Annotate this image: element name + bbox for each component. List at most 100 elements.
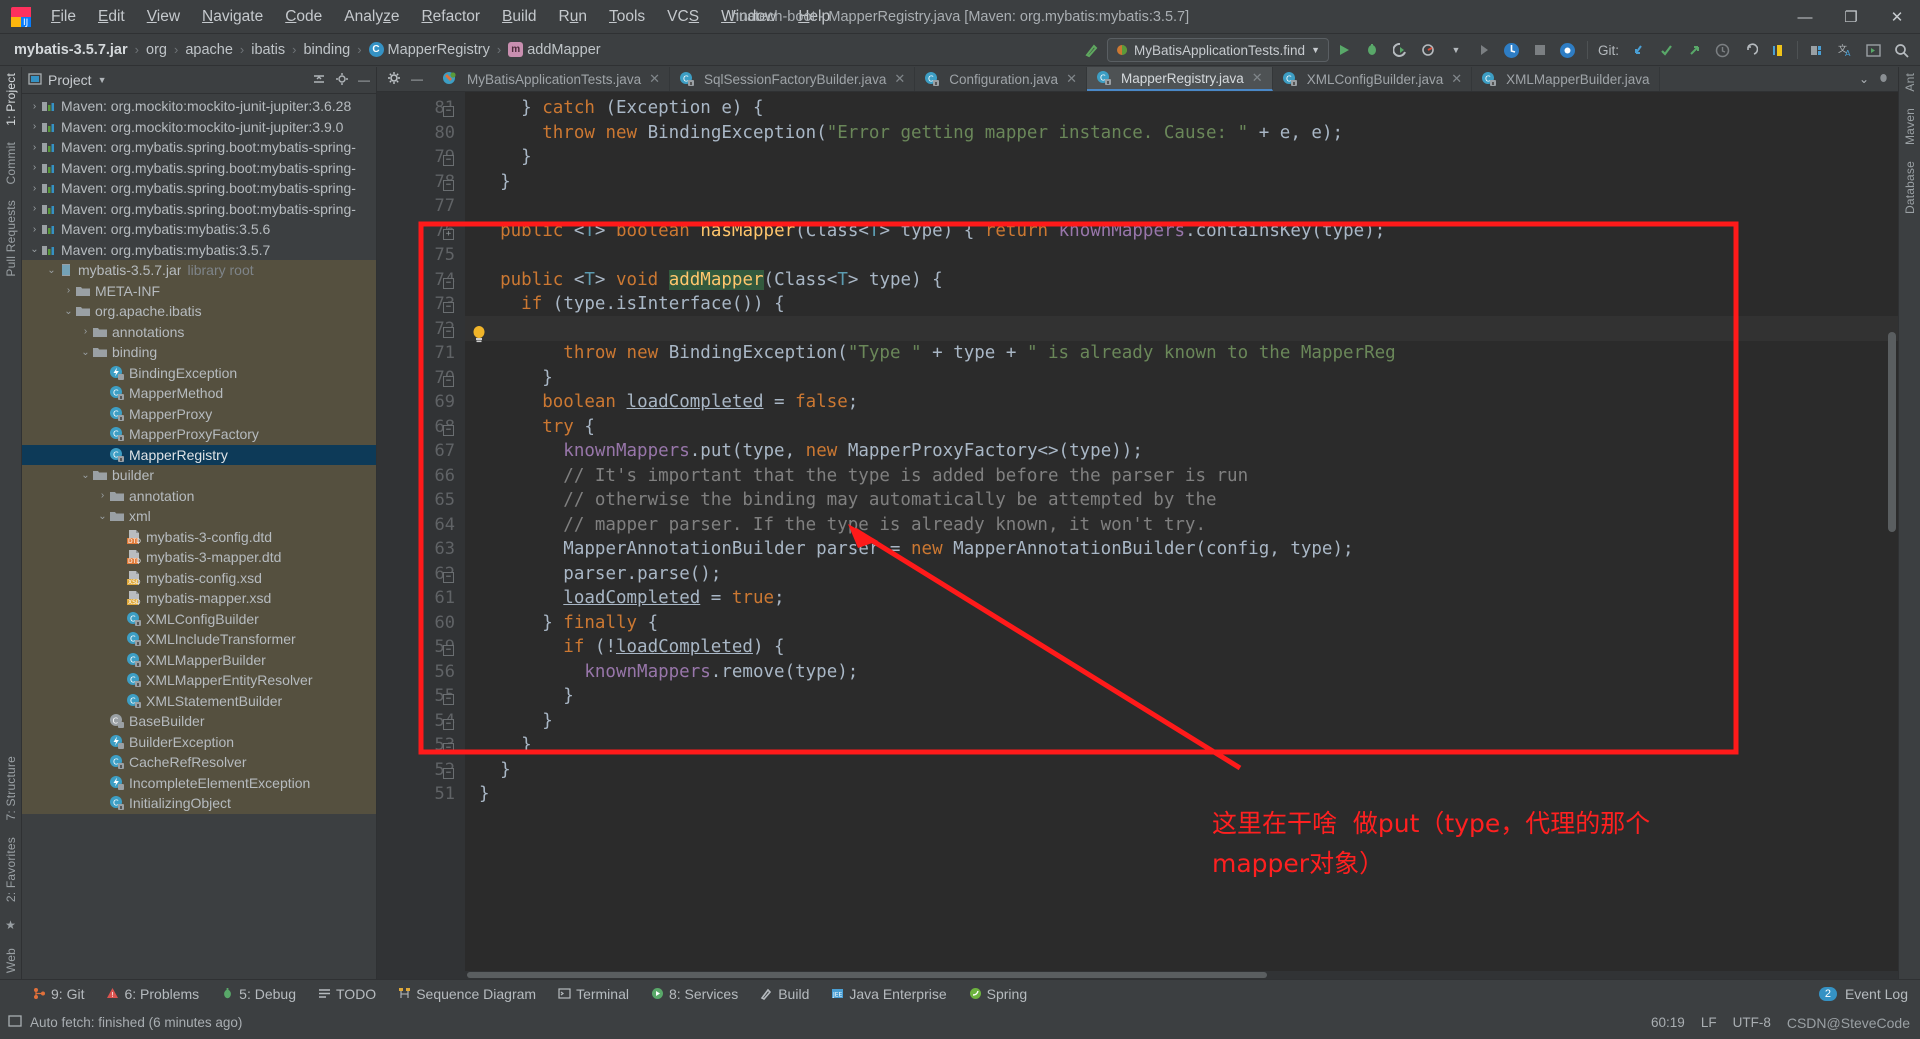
settings-gear-icon[interactable] bbox=[387, 71, 401, 88]
tree-node[interactable]: C XMLMapperBuilder bbox=[22, 649, 376, 670]
tree-node[interactable]: › Maven: org.mybatis:mybatis:3.5.6 bbox=[22, 219, 376, 240]
tool-window-button[interactable]: 8: Services bbox=[640, 983, 749, 1005]
chevron-down-icon[interactable]: ⌄ bbox=[1859, 72, 1869, 86]
favorites-star-icon[interactable]: ★ bbox=[5, 918, 16, 932]
tree-node[interactable]: IncompleteElementException bbox=[22, 772, 376, 793]
caret-position[interactable]: 60:19 bbox=[1651, 1015, 1685, 1030]
build-hammer-icon[interactable] bbox=[1079, 37, 1105, 63]
tree-node[interactable]: ⌄ Maven: org.mybatis:mybatis:3.5.7 bbox=[22, 240, 376, 261]
horizontal-scrollbar[interactable] bbox=[377, 971, 1898, 979]
tool-window-button[interactable]: JEE Java Enterprise bbox=[820, 983, 957, 1005]
tree-node[interactable]: ⌄ builder bbox=[22, 465, 376, 486]
fold-marker[interactable]: − bbox=[443, 645, 454, 656]
breadcrumb-item-org[interactable]: org bbox=[142, 40, 171, 60]
tree-node[interactable]: C MapperProxyFactory bbox=[22, 424, 376, 445]
close-button[interactable]: ✕ bbox=[1874, 0, 1920, 34]
chevron-down-icon[interactable]: ⌄ bbox=[45, 265, 58, 276]
breadcrumb-item-jar[interactable]: mybatis-3.5.7.jar bbox=[10, 40, 132, 60]
hide-panel-icon[interactable]: — bbox=[411, 72, 423, 86]
menu-code[interactable]: Code bbox=[274, 4, 333, 30]
attach-profiler-icon[interactable] bbox=[1471, 37, 1497, 63]
git-update-icon[interactable] bbox=[1625, 37, 1651, 63]
breadcrumb-item-class[interactable]: C MapperRegistry bbox=[365, 40, 494, 60]
project-structure-icon[interactable] bbox=[1804, 37, 1830, 63]
editor-tab-bar[interactable]: — MyBatisApplicationTests.java ✕ C SqlSessi… bbox=[377, 67, 1898, 92]
close-tab-icon[interactable]: ✕ bbox=[894, 71, 905, 87]
menu-run[interactable]: Run bbox=[548, 4, 598, 30]
tool-window-button[interactable]: Terminal bbox=[547, 983, 640, 1005]
menu-window[interactable]: Window bbox=[710, 4, 787, 30]
tree-node[interactable]: › annotations bbox=[22, 321, 376, 342]
editor-gutter[interactable]: 8180797877767574737271706968676665646362… bbox=[377, 92, 465, 979]
tree-node[interactable]: C XMLConfigBuilder bbox=[22, 608, 376, 629]
tree-node[interactable]: ⌄ binding bbox=[22, 342, 376, 363]
tool-window-bar[interactable]: 9: Git! 6: Problems 5: Debug TODO Sequence D… bbox=[0, 979, 1920, 1007]
fold-marker[interactable]: + bbox=[443, 228, 454, 240]
chevron-down-icon[interactable]: ▼ bbox=[1443, 37, 1469, 63]
editor-tab[interactable]: C Configuration.java ✕ bbox=[915, 67, 1087, 91]
editor-tab[interactable]: C XMLMapperBuilder.java bbox=[1472, 67, 1660, 91]
menu-vcs[interactable]: VCS bbox=[656, 4, 710, 30]
tree-node[interactable]: › Maven: org.mybatis.spring.boot:mybatis-… bbox=[22, 137, 376, 158]
close-tab-icon[interactable]: ✕ bbox=[1066, 71, 1077, 87]
git-revert-icon[interactable] bbox=[1737, 37, 1763, 63]
fold-marker[interactable]: − bbox=[443, 302, 454, 313]
tree-node[interactable]: C MapperMethod bbox=[22, 383, 376, 404]
tool-window-button[interactable]: Build bbox=[749, 983, 820, 1005]
chevron-down-icon[interactable]: ⌄ bbox=[79, 470, 92, 481]
breadcrumb-item-ibatis[interactable]: ibatis bbox=[247, 40, 289, 60]
tree-node[interactable]: DTD mybatis-3-mapper.dtd bbox=[22, 547, 376, 568]
fold-marker[interactable]: − bbox=[443, 571, 454, 583]
update-project-icon[interactable] bbox=[1499, 37, 1525, 63]
menu-help[interactable]: Help bbox=[787, 4, 841, 30]
close-tab-icon[interactable]: ✕ bbox=[649, 71, 660, 87]
debug-bug-icon[interactable] bbox=[1877, 71, 1890, 87]
fold-marker[interactable]: − bbox=[443, 424, 454, 436]
tree-node[interactable]: C XMLMapperEntityResolver bbox=[22, 670, 376, 691]
fold-marker[interactable]: − bbox=[443, 277, 454, 289]
menu-analyze[interactable]: Analyze bbox=[333, 4, 410, 30]
menu-navigate[interactable]: Navigate bbox=[191, 4, 274, 30]
tree-node[interactable]: C MapperRegistry bbox=[22, 444, 376, 465]
search-everywhere-icon[interactable] bbox=[1888, 37, 1914, 63]
fold-marker[interactable]: − bbox=[443, 767, 454, 779]
chevron-right-icon[interactable]: › bbox=[28, 203, 41, 214]
tree-node[interactable]: C InitializingObject bbox=[22, 793, 376, 814]
editor-tab[interactable]: C MapperRegistry.java ✕ bbox=[1086, 67, 1273, 91]
tool-window-button[interactable]: TODO bbox=[307, 983, 387, 1005]
chevron-down-icon[interactable]: ⌄ bbox=[79, 347, 92, 358]
chevron-right-icon[interactable]: › bbox=[28, 142, 41, 153]
chevron-right-icon[interactable]: › bbox=[28, 162, 41, 173]
tree-node[interactable]: › Maven: org.mockito:mockito-junit-jupite… bbox=[22, 117, 376, 138]
chevron-right-icon[interactable]: › bbox=[28, 183, 41, 194]
tool-window-button[interactable]: 9: Git bbox=[22, 983, 95, 1005]
tree-node[interactable]: ⌄ mybatis-3.5.7.jar library root bbox=[22, 260, 376, 281]
rail-item-ant[interactable]: Ant bbox=[1903, 73, 1917, 92]
run-with-coverage-icon[interactable] bbox=[1387, 37, 1413, 63]
fold-marker[interactable]: − bbox=[443, 179, 454, 191]
rail-item-commit[interactable]: Commit bbox=[4, 142, 18, 185]
chevron-right-icon[interactable]: › bbox=[28, 224, 41, 235]
close-tab-icon[interactable]: ✕ bbox=[1451, 71, 1462, 87]
fold-marker[interactable]: − bbox=[443, 375, 454, 387]
tool-window-button[interactable]: ! 6: Problems bbox=[95, 983, 210, 1005]
close-tab-icon[interactable]: ✕ bbox=[1252, 70, 1263, 86]
fold-marker[interactable]: − bbox=[443, 743, 454, 754]
fold-marker[interactable]: − bbox=[443, 155, 454, 166]
tree-node[interactable]: ⌄ xml bbox=[22, 506, 376, 527]
tree-node[interactable]: › META-INF bbox=[22, 280, 376, 301]
chevron-right-icon[interactable]: › bbox=[62, 285, 75, 296]
tool-window-button[interactable]: 5: Debug bbox=[210, 983, 307, 1005]
menu-build[interactable]: Build bbox=[491, 4, 547, 30]
tree-node[interactable]: XSD mybatis-config.xsd bbox=[22, 567, 376, 588]
translate-icon[interactable]: 文A bbox=[1832, 37, 1858, 63]
editor-tab[interactable]: C XMLConfigBuilder.java ✕ bbox=[1273, 67, 1473, 91]
chevron-right-icon[interactable]: › bbox=[28, 101, 41, 112]
tree-node[interactable]: › Maven: org.mybatis.spring.boot:mybatis-… bbox=[22, 178, 376, 199]
tree-node[interactable]: C XMLIncludeTransformer bbox=[22, 629, 376, 650]
tree-node[interactable]: BindingException bbox=[22, 362, 376, 383]
settings-gear-icon[interactable] bbox=[335, 72, 349, 89]
menu-tools[interactable]: Tools bbox=[598, 4, 656, 30]
rail-item-maven[interactable]: Maven bbox=[1903, 108, 1917, 145]
tree-node[interactable]: XSD mybatis-mapper.xsd bbox=[22, 588, 376, 609]
